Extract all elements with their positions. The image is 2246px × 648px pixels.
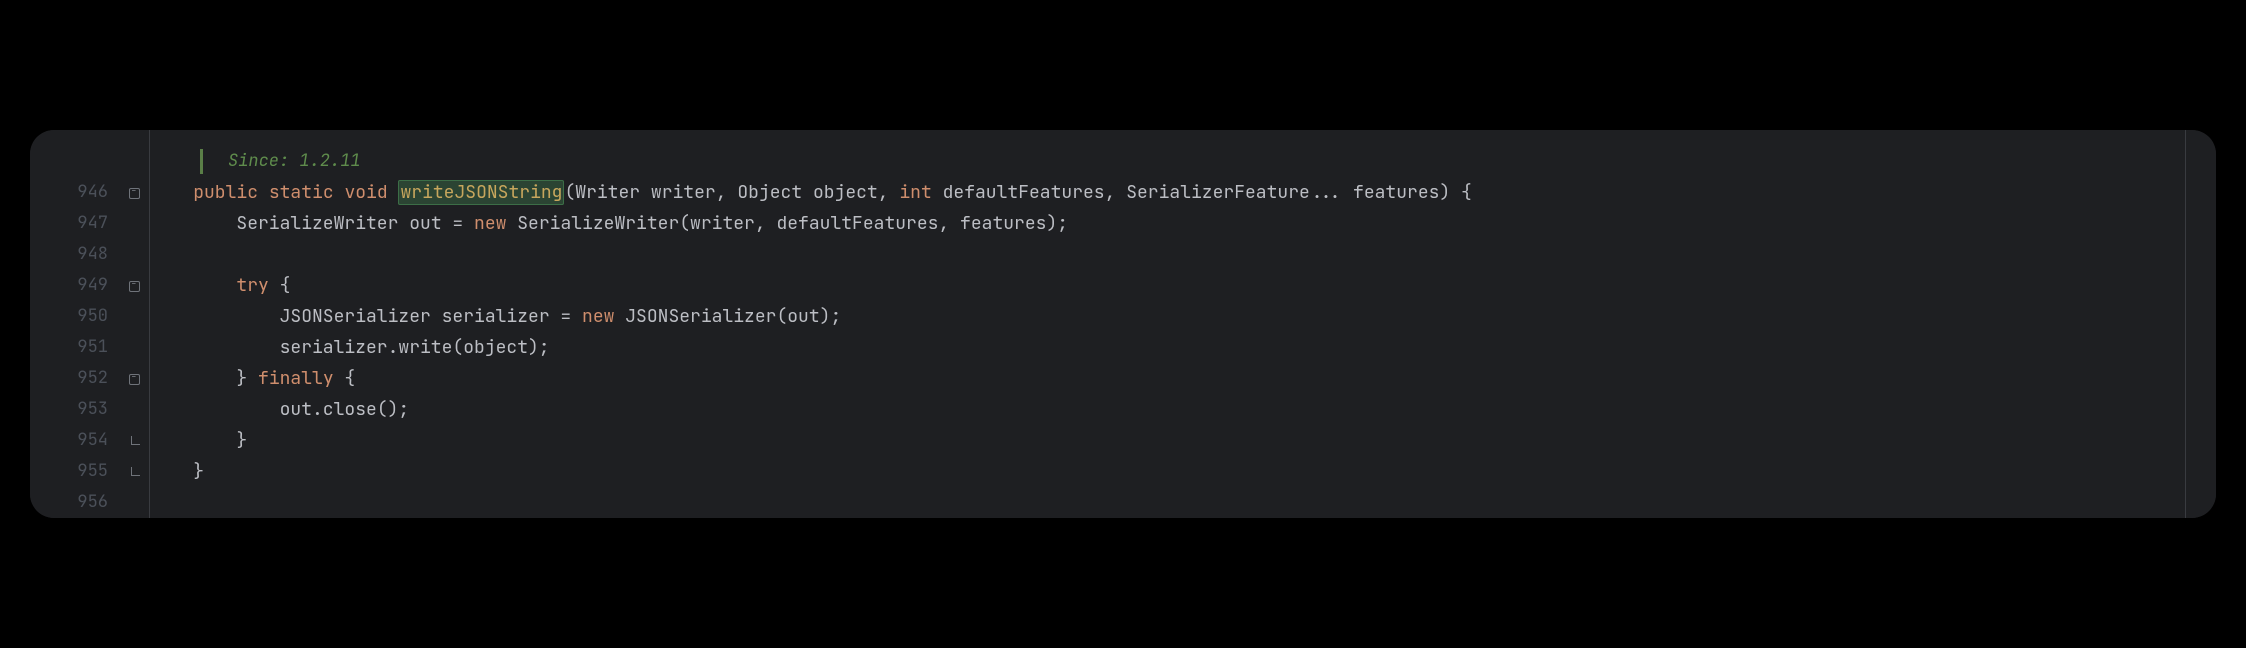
code-line-951[interactable]: serializer.write(object); — [150, 332, 2185, 363]
var-serializer: serializer — [442, 305, 550, 328]
fold-cell — [124, 239, 149, 270]
fold-gutter — [124, 130, 150, 518]
fold-cell — [124, 146, 149, 177]
keyword-void: void — [344, 181, 387, 204]
code-line-955[interactable]: } — [150, 456, 2185, 487]
comma: , — [878, 181, 900, 204]
comma: , — [1105, 181, 1127, 204]
statement: serializer.write(object); — [280, 336, 550, 359]
code-editor: 946 947 948 949 950 951 952 953 954 955 … — [30, 130, 2216, 518]
equals: = — [550, 305, 582, 328]
code-line-950[interactable]: JSONSerializer serializer = new JSONSeri… — [150, 301, 2185, 332]
keyword-static: static — [269, 181, 334, 204]
type-json-serializer: JSONSerializer — [280, 305, 431, 328]
line-number[interactable]: 950 — [30, 301, 124, 332]
line-number[interactable]: 952 — [30, 363, 124, 394]
fold-cell — [124, 487, 149, 518]
type-serializer-feature: SerializerFeature — [1126, 181, 1310, 204]
fold-end-icon[interactable] — [124, 425, 149, 456]
fold-collapse-icon[interactable] — [124, 177, 149, 208]
fold-collapse-icon[interactable] — [124, 363, 149, 394]
paren-close: ) — [1439, 181, 1450, 204]
fold-collapse-icon[interactable] — [124, 270, 149, 301]
keyword-new: new — [474, 212, 506, 235]
right-margin — [2186, 130, 2216, 518]
line-number-annotation-row — [30, 146, 124, 177]
since-annotation: Since: 1.2.11 — [150, 146, 2185, 177]
code-line-952[interactable]: } finally { — [150, 363, 2185, 394]
code-line-948[interactable] — [150, 239, 2185, 270]
keyword-public: public — [193, 181, 258, 204]
line-number-gutter: 946 947 948 949 950 951 952 953 954 955 … — [30, 130, 124, 518]
keyword-int: int — [899, 181, 931, 204]
varargs: ... — [1310, 181, 1342, 204]
code-line-947[interactable]: SerializeWriter out = new SerializeWrite… — [150, 208, 2185, 239]
fold-cell — [124, 301, 149, 332]
comma: , — [716, 181, 738, 204]
brace-open: { — [1450, 181, 1472, 204]
brace-close: } — [236, 429, 247, 452]
line-number[interactable]: 956 — [30, 487, 124, 518]
code-line-953[interactable]: out.close(); — [150, 394, 2185, 425]
line-number[interactable]: 951 — [30, 332, 124, 363]
ctor-serialize-writer: SerializeWriter — [517, 212, 679, 235]
var-out: out — [409, 212, 441, 235]
param-default-features: defaultFeatures — [943, 181, 1105, 204]
code-line-954[interactable]: } — [150, 425, 2185, 456]
brace-open: { — [344, 367, 355, 390]
type-object: Object — [737, 181, 802, 204]
line-number[interactable]: 948 — [30, 239, 124, 270]
keyword-finally: finally — [247, 367, 344, 390]
keyword-try: try — [236, 274, 268, 297]
line-number[interactable]: 953 — [30, 394, 124, 425]
line-number[interactable]: 946 — [30, 177, 124, 208]
line-number[interactable]: 947 — [30, 208, 124, 239]
paren-open: ( — [564, 181, 575, 204]
fold-cell — [124, 394, 149, 425]
type-writer: Writer — [575, 181, 640, 204]
type-serialize-writer: SerializeWriter — [236, 212, 398, 235]
code-line-956[interactable] — [150, 487, 2185, 518]
line-number[interactable]: 955 — [30, 456, 124, 487]
statement: out.close(); — [280, 398, 410, 421]
brace-open: { — [269, 274, 291, 297]
brace-close: } — [236, 367, 247, 390]
code-content[interactable]: Since: 1.2.11 public static void writeJS… — [150, 130, 2186, 518]
since-annotation-text: Since: 1.2.11 — [210, 146, 361, 177]
ctor-args: (out); — [776, 305, 841, 328]
keyword-new: new — [582, 305, 614, 328]
code-line-946[interactable]: public static void writeJSONString(Write… — [150, 177, 2185, 208]
method-name-highlight: writeJSONString — [398, 180, 564, 205]
param-writer: writer — [651, 181, 716, 204]
param-object: object — [813, 181, 878, 204]
fold-cell — [124, 208, 149, 239]
code-line-949[interactable]: try { — [150, 270, 2185, 301]
annotation-accent-bar — [200, 149, 203, 174]
equals: = — [442, 212, 474, 235]
brace-close: } — [193, 460, 204, 483]
fold-end-icon[interactable] — [124, 456, 149, 487]
param-features: features — [1353, 181, 1439, 204]
fold-cell — [124, 332, 149, 363]
ctor-args: (writer, defaultFeatures, features); — [679, 212, 1068, 235]
line-number[interactable]: 954 — [30, 425, 124, 456]
ctor-json-serializer: JSONSerializer — [625, 305, 776, 328]
line-number[interactable]: 949 — [30, 270, 124, 301]
